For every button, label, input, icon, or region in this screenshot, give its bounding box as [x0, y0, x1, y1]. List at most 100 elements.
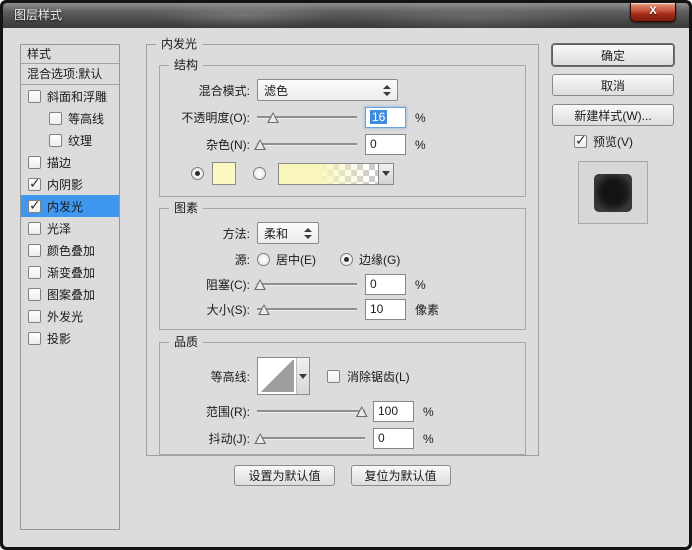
antialias-label: 消除锯齿(L) [347, 369, 410, 384]
set-default-button[interactable]: 设置为默认值 [234, 465, 335, 486]
layer-style-dialog: 图层样式 X 样式 混合选项:默认 斜面和浮雕等高线纹理描边内阴影内发光光泽颜色… [0, 0, 692, 550]
contour-picker[interactable] [257, 357, 310, 395]
antialias-checkbox[interactable] [327, 369, 340, 383]
range-input[interactable]: 100 [373, 401, 414, 422]
sidebar-item-5[interactable]: 内发光 [21, 195, 119, 217]
style-checkbox[interactable] [28, 243, 41, 257]
style-checkbox[interactable] [28, 89, 41, 103]
reset-default-button[interactable]: 复位为默认值 [350, 465, 451, 486]
opacity-label: 不透明度(O): [181, 111, 250, 125]
inner-glow-panel: 内发光 结构 混合模式: 滤色 不透明度(O): 16 % 杂色(N): 0 %… [146, 37, 539, 456]
structure-legend: 结构 [169, 58, 204, 73]
solid-color-radio[interactable] [191, 167, 204, 180]
range-unit: % [423, 404, 434, 419]
preview-toggle-row: 预览(V) [574, 132, 633, 150]
title-bar[interactable]: 图层样式 X [3, 3, 689, 28]
technique-label: 方法: [222, 226, 250, 241]
choke-slider[interactable] [254, 277, 357, 292]
glow-color-row [160, 162, 517, 185]
panel-title: 内发光 [156, 37, 203, 52]
styles-list: 样式 混合选项:默认 斜面和浮雕等高线纹理描边内阴影内发光光泽颜色叠加渐变叠加图… [20, 44, 120, 530]
style-checkbox[interactable] [28, 197, 41, 214]
size-unit: 像素 [415, 303, 440, 317]
sidebar-item-8[interactable]: 渐变叠加 [21, 261, 119, 283]
noise-input[interactable]: 0 [365, 134, 406, 155]
sidebar-item-label: 图案叠加 [47, 287, 96, 302]
sidebar-item-10[interactable]: 外发光 [21, 305, 119, 327]
sidebar-item-3[interactable]: 描边 [21, 151, 119, 173]
contour-thumbnail [260, 360, 294, 392]
style-checkbox[interactable] [28, 265, 41, 279]
opacity-input[interactable]: 16 [365, 107, 406, 128]
spinner-icon [375, 84, 391, 96]
style-checkbox[interactable] [28, 331, 41, 345]
size-value: 10 [370, 302, 384, 316]
source-center-radio[interactable] [257, 253, 270, 266]
sidebar-item-1[interactable]: 等高线 [21, 107, 119, 129]
size-input[interactable]: 10 [365, 299, 406, 320]
technique-select[interactable]: 柔和 [257, 222, 319, 244]
styles-list-header: 样式 [21, 45, 119, 64]
range-label: 范围(R): [206, 405, 250, 419]
noise-value: 0 [370, 137, 377, 151]
styles-list-items: 斜面和浮雕等高线纹理描边内阴影内发光光泽颜色叠加渐变叠加图案叠加外发光投影 [21, 85, 119, 349]
chevron-down-icon [299, 373, 307, 379]
gradient-dropdown-button[interactable] [378, 162, 394, 185]
sidebar-item-9[interactable]: 图案叠加 [21, 283, 119, 305]
style-checkbox[interactable] [49, 111, 62, 125]
size-row: 大小(S): 10 像素 [160, 299, 517, 320]
noise-unit: % [415, 137, 426, 152]
noise-slider[interactable] [254, 137, 357, 152]
style-checkbox[interactable] [28, 175, 41, 192]
sidebar-item-label: 斜面和浮雕 [47, 89, 108, 104]
glow-color-swatch[interactable] [212, 162, 236, 185]
gradient-preview [278, 162, 378, 185]
ok-button[interactable]: 确定 [552, 44, 674, 66]
chevron-down-icon [382, 171, 390, 176]
gradient-radio[interactable] [253, 167, 266, 180]
style-checkbox[interactable] [28, 309, 41, 323]
style-checkbox[interactable] [28, 221, 41, 235]
source-edge-radio[interactable] [340, 253, 353, 266]
sidebar-item-blending-options[interactable]: 混合选项:默认 [21, 64, 119, 85]
jitter-value: 0 [378, 431, 385, 445]
new-style-button[interactable]: 新建样式(W)... [552, 104, 674, 126]
range-row: 范围(R): 100 % [160, 401, 517, 422]
source-row: 源: 居中(E) 边缘(G) [160, 251, 517, 268]
cancel-button[interactable]: 取消 [552, 74, 674, 96]
opacity-slider[interactable] [257, 110, 357, 125]
size-label: 大小(S): [206, 303, 250, 317]
preview-thumbnail-box [578, 161, 648, 224]
sidebar-item-0[interactable]: 斜面和浮雕 [21, 85, 119, 107]
sidebar-item-label: 描边 [47, 155, 72, 170]
range-slider[interactable] [257, 404, 368, 419]
structure-group: 结构 混合模式: 滤色 不透明度(O): 16 % 杂色(N): 0 % [159, 58, 526, 197]
range-value: 100 [378, 404, 399, 418]
close-button[interactable]: X [630, 3, 676, 22]
sidebar-item-7[interactable]: 颜色叠加 [21, 239, 119, 261]
sidebar-item-label: 投影 [47, 331, 72, 346]
gradient-picker[interactable] [278, 162, 394, 185]
size-slider[interactable] [257, 302, 357, 317]
style-checkbox[interactable] [28, 155, 41, 169]
choke-input[interactable]: 0 [365, 274, 406, 295]
sidebar-item-11[interactable]: 投影 [21, 327, 119, 349]
blend-mode-row: 混合模式: 滤色 [160, 79, 517, 101]
preview-thumbnail [594, 173, 632, 212]
sidebar-item-6[interactable]: 光泽 [21, 217, 119, 239]
jitter-input[interactable]: 0 [373, 428, 414, 449]
sidebar-item-4[interactable]: 内阴影 [21, 173, 119, 195]
sidebar-item-label: 等高线 [68, 111, 105, 126]
sidebar-item-label: 内发光 [47, 199, 84, 214]
dialog-content: 样式 混合选项:默认 斜面和浮雕等高线纹理描边内阴影内发光光泽颜色叠加渐变叠加图… [3, 28, 689, 547]
sidebar-item-2[interactable]: 纹理 [21, 129, 119, 151]
noise-row: 杂色(N): 0 % [160, 134, 517, 155]
style-checkbox[interactable] [49, 133, 62, 147]
style-checkbox[interactable] [28, 287, 41, 301]
elements-legend: 图素 [169, 201, 204, 216]
jitter-slider[interactable] [254, 431, 365, 446]
spinner-icon [296, 227, 312, 239]
contour-dropdown-button[interactable] [296, 358, 309, 394]
preview-checkbox[interactable] [574, 132, 587, 149]
blend-mode-select[interactable]: 滤色 [257, 79, 398, 101]
